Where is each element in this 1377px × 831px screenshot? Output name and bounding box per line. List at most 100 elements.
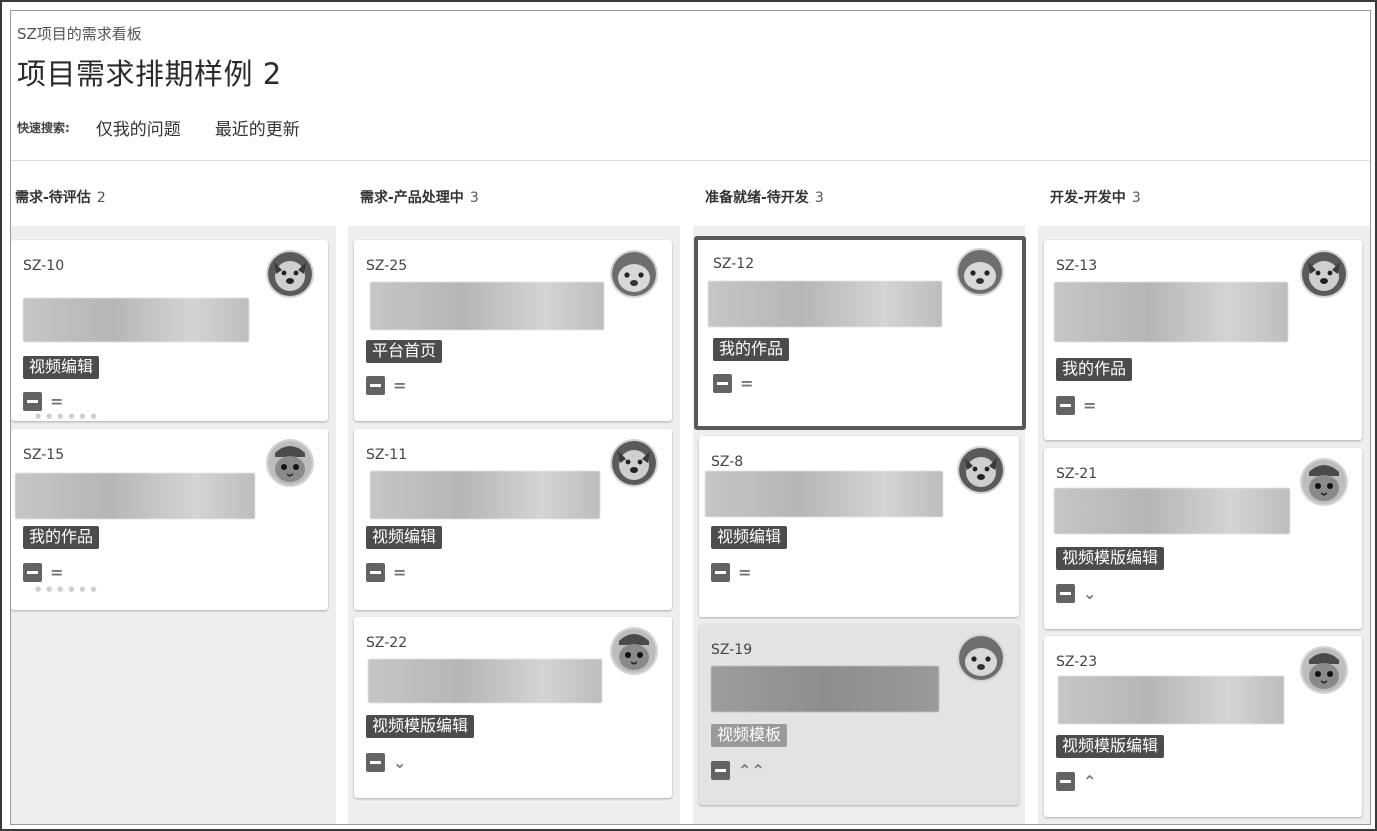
cat-avatar-icon xyxy=(1302,648,1346,692)
redacted-summary xyxy=(370,282,604,330)
quick-search-label: 快速搜索: xyxy=(17,121,70,135)
issue-card[interactable]: SZ-13 我的作品 = xyxy=(1044,240,1362,440)
story-minus-icon xyxy=(711,563,730,582)
issue-key[interactable]: SZ-21 xyxy=(1056,466,1097,482)
issue-key[interactable]: SZ-10 xyxy=(23,258,64,274)
column-title: 需求-待评估 xyxy=(15,190,91,206)
epic-tag: 视频编辑 xyxy=(366,526,443,549)
issue-key[interactable]: SZ-13 xyxy=(1056,258,1097,274)
issue-key[interactable]: SZ-15 xyxy=(23,447,64,463)
story-minus-icon xyxy=(23,392,42,411)
epic-tag: 视频编辑 xyxy=(711,526,788,549)
priority-medium-icon: = xyxy=(740,373,754,393)
dog-avatar-icon xyxy=(612,252,656,296)
progress-dots: ●●●●●● xyxy=(35,412,102,420)
column-header-ready-for-dev: 准备就绪-待开发 3 xyxy=(705,187,824,207)
priority-medium-icon: = xyxy=(50,562,64,582)
issue-key[interactable]: SZ-12 xyxy=(713,256,754,272)
epic-tag: 平台首页 xyxy=(366,340,443,363)
issue-card[interactable]: SZ-8 视频编辑 = xyxy=(699,436,1019,617)
column-ready-for-dev: SZ-12 我的作品 = SZ-8 视频编辑 = SZ-19 视频模板 ⌃⌃ xyxy=(693,226,1026,824)
card-meta: = xyxy=(1056,396,1096,415)
card-meta: ⌃⌃ xyxy=(711,761,765,780)
column-evaluating: SZ-10 视频编辑 = ●●●●●● SZ-15 我的作品 = ●●●●●● xyxy=(11,226,336,824)
column-title: 需求-产品处理中 xyxy=(360,190,464,206)
issue-key[interactable]: SZ-25 xyxy=(366,258,407,274)
card-meta: = xyxy=(713,374,753,393)
issue-card[interactable]: SZ-22 视频模版编辑 ⌄ xyxy=(354,617,672,798)
priority-medium-icon: = xyxy=(393,375,407,395)
story-minus-icon xyxy=(23,563,42,582)
column-product-processing: SZ-25 平台首页 = SZ-11 视频编辑 = SZ-22 视频模版编辑 ⌄ xyxy=(348,226,680,824)
priority-high-icon: ⌃ xyxy=(1083,771,1097,791)
redacted-summary xyxy=(1054,488,1290,534)
redacted-summary xyxy=(15,473,255,519)
page-title: 项目需求排期样例 2 xyxy=(17,57,282,91)
epic-tag: 视频模版编辑 xyxy=(1056,547,1165,570)
priority-medium-icon: = xyxy=(738,562,752,582)
card-meta: = xyxy=(23,392,63,411)
issue-card[interactable]: SZ-11 视频编辑 = xyxy=(354,429,672,610)
issue-key[interactable]: SZ-8 xyxy=(711,454,743,470)
quick-filter-recent-updates[interactable]: 最近的更新 xyxy=(215,115,300,140)
column-count: 3 xyxy=(814,190,824,206)
redacted-summary xyxy=(23,298,249,342)
story-minus-icon xyxy=(711,761,730,780)
issue-key[interactable]: SZ-22 xyxy=(366,635,407,651)
priority-medium-icon: = xyxy=(50,391,64,411)
cat-avatar-icon xyxy=(1302,460,1346,504)
app-window: SZ项目的需求看板 项目需求排期样例 2 快速搜索: 仅我的问题 最近的更新 需… xyxy=(0,0,1377,831)
dog-avatar-icon xyxy=(612,441,656,485)
priority-medium-icon: = xyxy=(1083,395,1097,415)
issue-key[interactable]: SZ-19 xyxy=(711,642,752,658)
story-minus-icon xyxy=(713,374,732,393)
epic-tag: 我的作品 xyxy=(23,526,100,549)
dog-avatar-icon xyxy=(1302,252,1346,296)
story-minus-icon xyxy=(366,376,385,395)
column-in-development: SZ-13 我的作品 = SZ-21 视频模版编辑 ⌄ SZ-23 视频模版编辑… xyxy=(1038,226,1370,824)
cat-avatar-icon xyxy=(612,629,656,673)
story-minus-icon xyxy=(366,753,385,772)
issue-card[interactable]: SZ-10 视频编辑 = ●●●●●● xyxy=(11,240,328,421)
story-minus-icon xyxy=(1056,396,1075,415)
column-title: 准备就绪-待开发 xyxy=(705,190,809,206)
redacted-summary xyxy=(1054,282,1288,342)
redacted-summary xyxy=(368,659,602,703)
issue-key[interactable]: SZ-23 xyxy=(1056,654,1097,670)
board-page: SZ项目的需求看板 项目需求排期样例 2 快速搜索: 仅我的问题 最近的更新 需… xyxy=(10,10,1371,825)
card-meta: = xyxy=(366,563,406,582)
column-header-evaluating: 需求-待评估 2 xyxy=(15,187,106,207)
epic-tag: 我的作品 xyxy=(1056,358,1133,381)
redacted-summary xyxy=(1058,676,1284,724)
quick-filter-my-issues[interactable]: 仅我的问题 xyxy=(96,115,181,140)
story-minus-icon xyxy=(1056,584,1075,603)
issue-card[interactable]: SZ-15 我的作品 = ●●●●●● xyxy=(11,429,328,610)
card-meta: = xyxy=(23,563,63,582)
breadcrumb[interactable]: SZ项目的需求看板 xyxy=(17,23,142,44)
priority-low-icon: ⌄ xyxy=(1083,583,1097,603)
issue-card[interactable]: SZ-23 视频模版编辑 ⌃ xyxy=(1044,636,1362,817)
header-divider xyxy=(11,160,1370,161)
card-meta: ⌄ xyxy=(366,753,406,772)
issue-key[interactable]: SZ-11 xyxy=(366,447,407,463)
column-header-in-development: 开发-开发中 3 xyxy=(1050,187,1141,207)
issue-card[interactable]: SZ-25 平台首页 = xyxy=(354,240,672,421)
column-header-product-processing: 需求-产品处理中 3 xyxy=(360,187,479,207)
column-count: 2 xyxy=(96,190,106,206)
dog-avatar-icon xyxy=(959,636,1003,680)
story-minus-icon xyxy=(366,563,385,582)
redacted-summary xyxy=(708,281,942,327)
epic-tag: 视频模版编辑 xyxy=(366,715,475,738)
issue-card-selected[interactable]: SZ-12 我的作品 = xyxy=(694,236,1026,430)
card-meta: ⌄ xyxy=(1056,584,1096,603)
column-count: 3 xyxy=(469,190,479,206)
card-meta: ⌃ xyxy=(1056,772,1096,791)
priority-low-icon: ⌄ xyxy=(393,752,407,772)
redacted-summary xyxy=(705,471,943,517)
dog-avatar-icon xyxy=(958,250,1002,294)
issue-card[interactable]: SZ-19 视频模板 ⌃⌃ xyxy=(699,624,1019,805)
issue-card[interactable]: SZ-21 视频模版编辑 ⌄ xyxy=(1044,448,1362,629)
story-minus-icon xyxy=(1056,772,1075,791)
progress-dots: ●●●●●● xyxy=(35,585,102,593)
priority-highest-icon: ⌃⌃ xyxy=(738,760,765,780)
